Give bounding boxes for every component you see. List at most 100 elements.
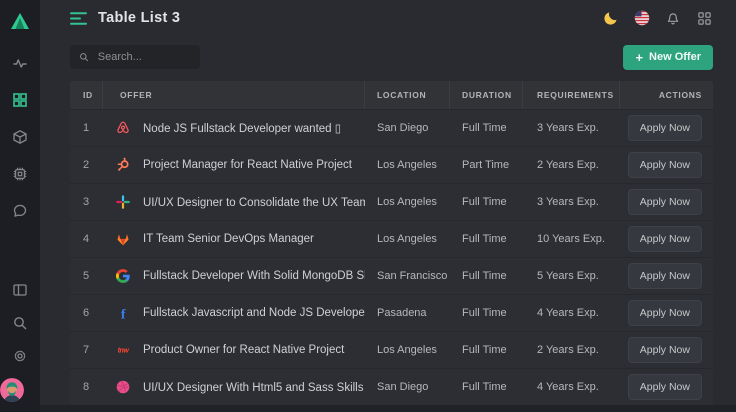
menu-toggle-button[interactable] xyxy=(70,11,87,26)
offer-title: Fullstack Javascript and Node JS Develop… xyxy=(143,307,365,319)
row-offer-cell: Project Manager for React Native Project xyxy=(103,157,365,173)
hubspot-icon xyxy=(115,157,131,173)
slack-icon xyxy=(115,194,131,210)
apply-now-button[interactable]: Apply Now xyxy=(628,152,702,178)
row-duration: Full Time xyxy=(450,233,523,245)
apply-now-button[interactable]: Apply Now xyxy=(628,263,702,289)
sidebar xyxy=(0,0,40,412)
row-duration: Full Time xyxy=(450,381,523,393)
row-location: San Diego xyxy=(365,381,450,393)
search-icon xyxy=(79,51,89,63)
apps-menu-button[interactable] xyxy=(695,9,713,27)
row-actions-cell: Apply Now xyxy=(620,300,713,326)
row-requirements: 2 Years Exp. xyxy=(523,159,620,171)
table-row: 8 UI/UX Designer With Html5 and Sass Ski… xyxy=(70,368,713,405)
user-avatar[interactable] xyxy=(0,378,24,402)
row-id: 3 xyxy=(70,196,103,208)
row-requirements: 4 Years Exp. xyxy=(523,307,620,319)
gear-icon xyxy=(12,348,28,364)
layout-panel-icon xyxy=(12,282,28,298)
tnw-icon xyxy=(115,342,131,358)
apply-now-button[interactable]: Apply Now xyxy=(628,374,702,400)
table-body: 1 Node JS Fullstack Developer wanted ▯ S… xyxy=(70,109,713,405)
apps-grid-icon xyxy=(697,11,712,26)
row-requirements: 10 Years Exp. xyxy=(523,233,620,245)
sidebar-item-tables[interactable] xyxy=(0,81,40,118)
row-actions-cell: Apply Now xyxy=(620,115,713,141)
app-logo[interactable] xyxy=(8,6,32,36)
bell-icon xyxy=(665,10,681,26)
row-location: Los Angeles xyxy=(365,233,450,245)
sidebar-item-search[interactable] xyxy=(0,306,40,339)
topbar-icons xyxy=(602,9,713,27)
sidebar-bottom-group xyxy=(0,273,40,412)
row-duration: Full Time xyxy=(450,344,523,356)
theme-toggle-button[interactable] xyxy=(602,9,620,27)
apply-now-button[interactable]: Apply Now xyxy=(628,337,702,363)
column-header-id: ID xyxy=(70,81,103,109)
logo-triangle-icon xyxy=(8,9,32,33)
row-location: San Diego xyxy=(365,122,450,134)
table-header-row: ID OFFER LOCATION DURATION REQUIREMENTS … xyxy=(70,81,713,109)
search-input[interactable] xyxy=(96,50,191,64)
plus-icon: + xyxy=(635,51,643,64)
sidebar-item-activity[interactable] xyxy=(0,44,40,81)
row-location: Los Angeles xyxy=(365,196,450,208)
offer-title: UI/UX Designer to Consolidate the UX Tea… xyxy=(143,195,365,209)
offer-title: Project Manager for React Native Project xyxy=(143,159,352,171)
row-id: 7 xyxy=(70,344,103,356)
row-actions-cell: Apply Now xyxy=(620,263,713,289)
row-duration: Full Time xyxy=(450,196,523,208)
chat-bubble-icon xyxy=(12,203,28,219)
table-row: 5 Fullstack Developer With Solid MongoDB… xyxy=(70,257,713,294)
page-title: Table List 3 xyxy=(98,10,180,26)
row-offer-cell: Product Owner for React Native Project xyxy=(103,342,365,358)
row-id: 6 xyxy=(70,307,103,319)
avatar-image xyxy=(0,378,24,402)
new-offer-label: New Offer xyxy=(649,51,701,63)
row-offer-cell: UI/UX Designer With Html5 and Sass Skill… xyxy=(103,379,365,395)
row-location: Los Angeles xyxy=(365,344,450,356)
search-box xyxy=(70,45,200,69)
sidebar-item-packages[interactable] xyxy=(0,118,40,155)
row-location: Pasadena xyxy=(365,307,450,319)
row-id: 8 xyxy=(70,381,103,393)
apply-now-button[interactable]: Apply Now xyxy=(628,226,702,252)
apply-now-button[interactable]: Apply Now xyxy=(628,189,702,215)
bottom-strip xyxy=(40,405,736,412)
row-offer-cell: IT Team Senior DevOps Manager xyxy=(103,231,365,247)
row-offer-cell: Node JS Fullstack Developer wanted ▯ xyxy=(103,120,365,136)
new-offer-button[interactable]: + New Offer xyxy=(623,45,713,70)
language-flag-button[interactable] xyxy=(633,9,651,27)
table-row: 1 Node JS Fullstack Developer wanted ▯ S… xyxy=(70,109,713,146)
row-offer-cell: Fullstack Developer With Solid MongoDB S… xyxy=(103,268,365,284)
notifications-button[interactable] xyxy=(664,9,682,27)
offer-title: Product Owner for React Native Project xyxy=(143,344,344,356)
sidebar-item-settings[interactable] xyxy=(0,339,40,372)
row-requirements: 4 Years Exp. xyxy=(523,381,620,393)
row-actions-cell: Apply Now xyxy=(620,226,713,252)
row-actions-cell: Apply Now xyxy=(620,337,713,363)
search-icon xyxy=(12,315,28,331)
hamburger-icon xyxy=(70,11,87,26)
sidebar-item-cpu[interactable] xyxy=(0,155,40,192)
apply-now-button[interactable]: Apply Now xyxy=(628,115,702,141)
table-row: 2 Project Manager for React Native Proje… xyxy=(70,146,713,183)
chip-icon xyxy=(12,166,28,182)
sidebar-item-layout[interactable] xyxy=(0,273,40,306)
facebook-icon xyxy=(115,305,131,321)
column-header-offer: OFFER xyxy=(103,81,365,109)
apply-now-button[interactable]: Apply Now xyxy=(628,300,702,326)
column-header-actions: ACTIONS xyxy=(620,81,713,109)
sidebar-item-chat[interactable] xyxy=(0,192,40,229)
moon-icon xyxy=(603,10,619,26)
activity-icon xyxy=(12,55,28,71)
row-location: Los Angeles xyxy=(365,159,450,171)
dribbble-icon xyxy=(115,379,131,395)
column-header-duration: DURATION xyxy=(450,81,523,109)
row-duration: Full Time xyxy=(450,270,523,282)
airbnb-icon xyxy=(115,120,131,136)
offer-title: Node JS Fullstack Developer wanted ▯ xyxy=(143,121,341,135)
google-icon xyxy=(115,268,131,284)
us-flag-icon xyxy=(634,10,650,26)
